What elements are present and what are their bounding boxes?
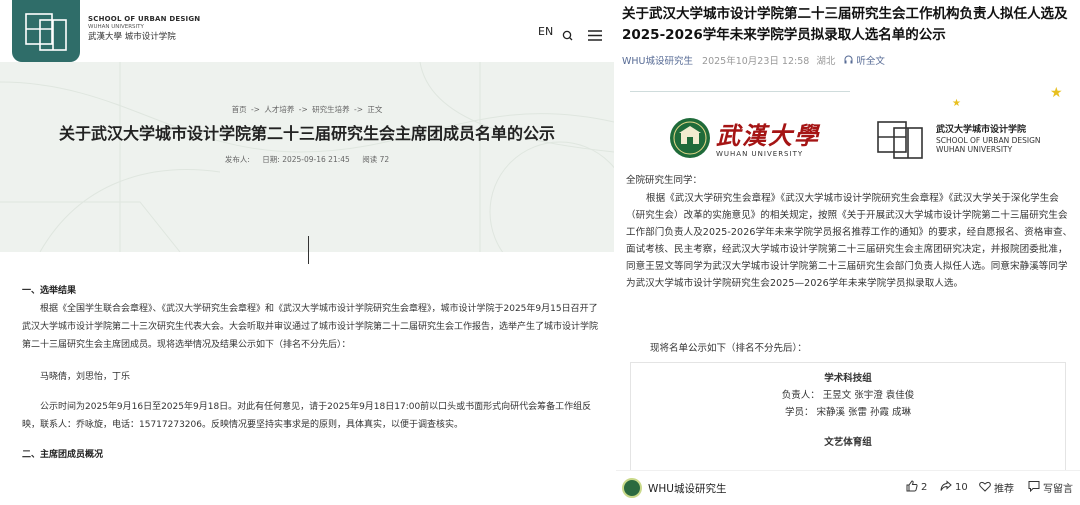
- group-members: 学员： 宋静溪 张雷 孙霞 成琳: [784, 407, 912, 418]
- page-title: 关于武汉大学城市设计学院第二十三届研究生会主席团成员名单的公示: [58, 124, 555, 143]
- nominee-table: 学术科技组 负责人： 王昱文 张宇澄 袁佳俊 学员： 宋静溪 张雷 孙霞 成琳 …: [630, 362, 1066, 474]
- comment-label: 写留言: [1043, 484, 1073, 495]
- heart-icon: [979, 481, 991, 495]
- article-title: 关于武汉大学城市设计学院第二十三届研究生会工作机构负责人拟任人选及2025-20…: [622, 6, 1068, 43]
- article-meta: 发布人: 日期: 2025-09-16 21:45 阅读 72: [0, 154, 614, 165]
- avatar[interactable]: [622, 478, 642, 498]
- university-name-en: WUHAN UNIVERSITY: [936, 145, 1013, 154]
- group-heading: 文艺体育组: [824, 437, 872, 448]
- like-count: 2: [921, 482, 928, 493]
- article-meta: WHU城设研究生 2025年10月23日 12:58 湖北 听全文: [622, 53, 885, 67]
- paragraph: 根据《全国学生联合会章程》、《武汉大学研究生会章程》和《武汉大学城市设计学院研究…: [22, 304, 599, 350]
- menu-icon[interactable]: [588, 26, 602, 45]
- listen-button[interactable]: 听全文: [844, 55, 885, 67]
- publish-time: 2025年10月23日 12:58: [702, 56, 810, 67]
- notice-paragraph: 公示时间为2025年9月16日至2025年9月18日。对此有任何意见，请于202…: [22, 402, 592, 430]
- article-body: 一、选举结果 根据《全国学生联合会章程》、《武汉大学研究生会章程》和《武汉大学城…: [22, 282, 600, 464]
- breadcrumb-talent[interactable]: 人才培养: [264, 105, 294, 114]
- comment-icon: [1028, 480, 1040, 495]
- right-wechat-article: 关于武汉大学城市设计学院第二十三届研究生会工作机构负责人拟任人选及2025-20…: [616, 0, 1080, 505]
- listen-label: 听全文: [856, 56, 885, 67]
- list-intro: 现将名单公示如下（排名不分先后）：: [650, 343, 807, 354]
- like-button[interactable]: 2: [906, 480, 927, 495]
- school-logo-mark-icon: [874, 118, 932, 166]
- share-button[interactable]: 10: [940, 480, 968, 495]
- breadcrumb: 首页 -> 人才培养 -> 研究生培养 -> 正文: [0, 104, 614, 115]
- breadcrumb-home[interactable]: 首页: [232, 105, 247, 114]
- left-webpage: SCHOOL OF URBAN DESIGN WUHAN UNIVERSITY …: [0, 0, 614, 505]
- recommend-label: 推荐: [994, 484, 1014, 495]
- school-logo-text: 武汉大学城市设计学院 SCHOOL OF URBAN DESIGN WUHAN …: [936, 124, 1041, 154]
- article-banner: 首页 -> 人才培养 -> 研究生培养 -> 正文 关于武汉大学城市设计学院第二…: [0, 62, 614, 252]
- language-switch[interactable]: EN: [538, 25, 553, 38]
- search-icon[interactable]: [562, 26, 573, 45]
- breadcrumb-separator: ->: [298, 105, 308, 114]
- school-logo[interactable]: [12, 0, 80, 62]
- breadcrumb-current: 正文: [367, 105, 383, 114]
- paragraph: 根据《武汉大学研究生会章程》《武汉大学城市设计学院研究生会章程》《武汉大学关于深…: [626, 193, 1073, 289]
- whu-name-en: WUHAN UNIVERSITY: [716, 150, 804, 158]
- school-name-en: SCHOOL OF URBAN DESIGN: [936, 136, 1041, 145]
- article-action-bar: WHU城设研究生 2 10 推荐 写留言: [616, 470, 1080, 505]
- school-name-en: SCHOOL OF URBAN DESIGN: [88, 15, 201, 23]
- article-body: 全院研究生同学： 根据《武汉大学研究生会章程》《武汉大学城市设计学院研究生会章程…: [626, 172, 1074, 292]
- breadcrumb-separator: ->: [354, 105, 364, 114]
- group-leaders: 负责人： 王昱文 张宇澄 袁佳俊: [781, 390, 915, 401]
- comment-button[interactable]: 写留言: [1028, 480, 1073, 495]
- star-icon: ★: [952, 98, 961, 109]
- breadcrumb-graduate[interactable]: 研究生培养: [312, 105, 350, 114]
- school-name-cn: 武汉大学城市设计学院: [936, 125, 1027, 135]
- site-header: SCHOOL OF URBAN DESIGN WUHAN UNIVERSITY …: [0, 0, 614, 62]
- group-heading: 学术科技组: [824, 373, 872, 384]
- account-name[interactable]: WHU城设研究生: [648, 481, 726, 496]
- share-icon: [940, 480, 952, 495]
- greeting: 全院研究生同学：: [626, 175, 703, 186]
- view-count: 阅读 72: [362, 155, 390, 164]
- divider: [630, 91, 850, 92]
- whu-calligraphy-logo: 武漢大學: [716, 121, 820, 150]
- share-count: 10: [955, 482, 968, 493]
- school-name[interactable]: SCHOOL OF URBAN DESIGN WUHAN UNIVERSITY …: [88, 15, 200, 44]
- publisher-label: 发布人:: [224, 155, 250, 164]
- thumbs-up-icon: [906, 480, 918, 495]
- account-link[interactable]: WHU城设研究生: [622, 56, 693, 67]
- school-name-cn: 武漢大學 城市设计学院: [88, 32, 176, 42]
- headphones-icon: [844, 55, 856, 67]
- university-name-en: WUHAN UNIVERSITY: [88, 24, 144, 30]
- star-icon: ★: [1050, 85, 1063, 101]
- text-cursor: [308, 236, 309, 264]
- section-heading: 一、选举结果: [22, 286, 77, 296]
- breadcrumb-separator: ->: [250, 105, 260, 114]
- elected-names: 马晓倩，刘思怡，丁乐: [40, 372, 131, 382]
- publish-location: 湖北: [816, 56, 836, 67]
- recommend-button[interactable]: 推荐: [979, 480, 1014, 495]
- section-heading: 二、主席团成员概况: [22, 450, 104, 460]
- publish-date: 日期: 2025-09-16 21:45: [262, 155, 350, 164]
- school-logo-mark-icon: [25, 13, 67, 51]
- whu-emblem-icon: [668, 116, 712, 164]
